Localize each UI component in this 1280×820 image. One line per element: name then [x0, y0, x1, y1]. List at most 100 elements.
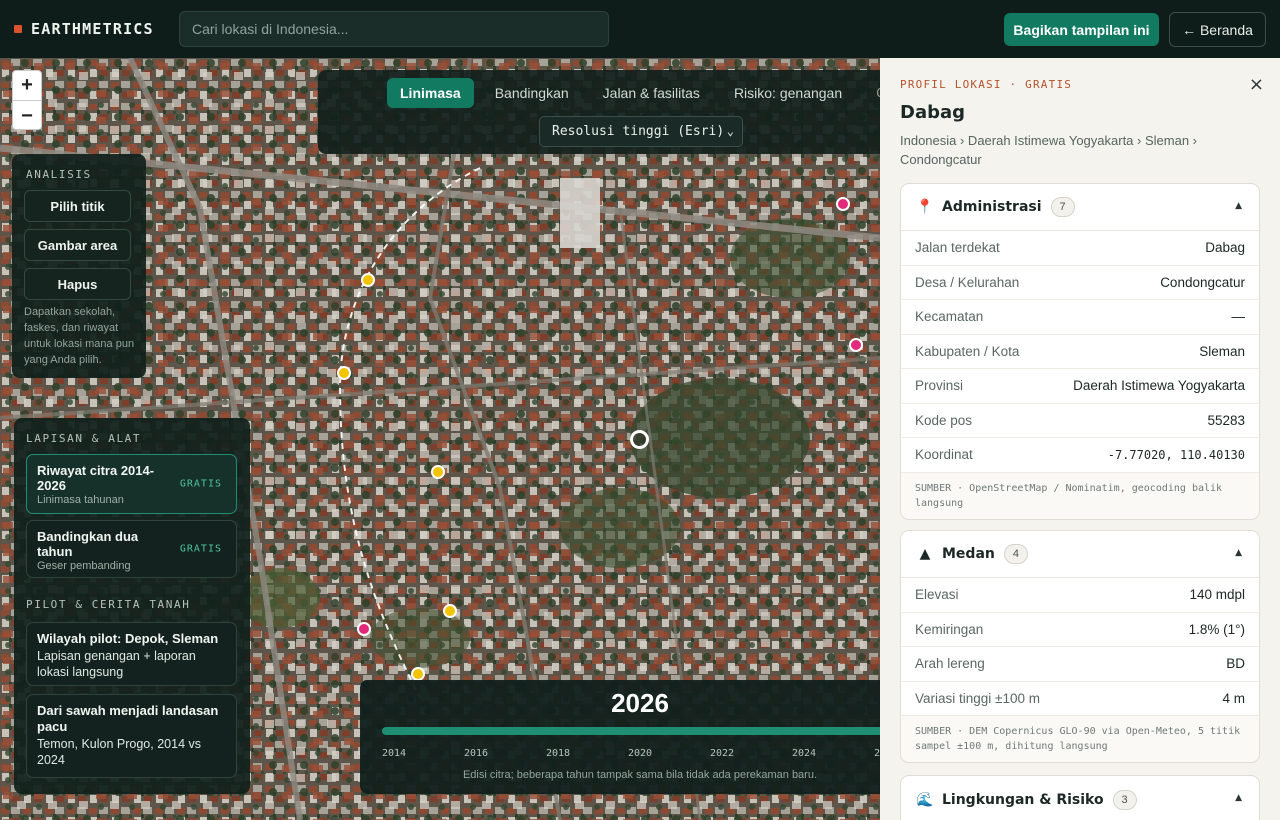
row-key: Desa / Kelurahan	[915, 274, 1020, 290]
tab-timeline[interactable]: Linimasa	[387, 78, 474, 108]
timeline-panel: 2026 2014 2016 2018 2020 2022 2024 2026 …	[360, 680, 880, 794]
layer-card-compare-years[interactable]: Bandingkan dua tahun Geser pembanding GR…	[26, 520, 237, 578]
row-value: Dabag	[1205, 240, 1245, 256]
section-title: Medan	[942, 546, 995, 562]
resolution-select[interactable]: Resolusi tinggi (Esri) ⌄	[539, 116, 743, 147]
timeline-tick[interactable]: 2018	[546, 748, 570, 759]
layer-card-imagery-history[interactable]: Riwayat citra 2014-2026 Linimasa tahunan…	[26, 454, 237, 514]
info-row: Kecamatan —	[901, 300, 1259, 335]
wave-icon: 🌊	[916, 791, 934, 808]
map-marker-yellow[interactable]	[431, 465, 445, 479]
row-value: Condongcatur	[1160, 274, 1245, 290]
resolution-value: Resolusi tinggi (Esri)	[552, 124, 725, 139]
coordinates-value[interactable]: -7.77020, 110.40130	[1108, 448, 1245, 462]
map-marker-pink[interactable]	[357, 622, 371, 636]
info-row: Koordinat -7.77020, 110.40130	[901, 438, 1259, 473]
info-row: Elevasi 140 mdpl	[901, 578, 1259, 613]
story-card-temon[interactable]: Dari sawah menjadi landasan pacu Temon, …	[26, 694, 237, 778]
zoom-out-button[interactable]: −	[13, 101, 41, 131]
close-icon[interactable]: ×	[1249, 74, 1264, 95]
row-key: Kabupaten / Kota	[915, 343, 1020, 359]
tab-flood-risk[interactable]: Risiko: genangan	[721, 78, 855, 108]
map-view[interactable]: + − Linimasa Bandingkan Jalan & fasilita…	[0, 58, 880, 820]
timeline-tick[interactable]: 2024	[792, 748, 816, 759]
row-key: Variasi tinggi ±100 m	[915, 690, 1040, 706]
brand-logo-icon	[14, 25, 22, 33]
map-marker-yellow[interactable]	[337, 366, 351, 380]
free-badge: GRATIS	[179, 478, 222, 490]
map-marker-pink[interactable]	[849, 338, 863, 352]
story-title: Dari sawah menjadi landasan pacu	[37, 703, 219, 734]
map-marker-pink[interactable]	[836, 197, 850, 211]
collapse-caret-icon: ▲	[1235, 793, 1242, 803]
home-button[interactable]: ← Beranda	[1169, 12, 1266, 47]
story-card-depok[interactable]: Wilayah pilot: Depok, Sleman Lapisan gen…	[26, 622, 237, 686]
source-note: SUMBER · DEM Copernicus GLO-90 via Open-…	[901, 716, 1259, 762]
timeline-slider[interactable]	[382, 727, 880, 735]
map-marker-yellow[interactable]	[411, 667, 425, 681]
row-value: Sleman	[1199, 343, 1245, 359]
layers-label: LAPISAN & ALAT	[26, 432, 142, 445]
environment-risk-section: 🌊 Lingkungan & Risiko 3 ▲	[900, 775, 1260, 820]
timeline-tick[interactable]: 2014	[382, 748, 406, 759]
tab-imagery[interactable]: CITR	[863, 79, 880, 107]
stories-label: PILOT & CERITA TANAH	[26, 598, 191, 611]
zoom-control: + −	[12, 70, 42, 130]
admin-section-header[interactable]: 📍 Administrasi 7 ▲	[901, 184, 1259, 231]
selected-location-pin[interactable]	[630, 430, 649, 449]
row-value: —	[1231, 309, 1246, 325]
location-profile-panel: PROFIL LOKASI · GRATIS × Dabag Indonesia…	[880, 58, 1280, 820]
tab-roads-facilities[interactable]: Jalan & fasilitas	[590, 78, 713, 108]
timeline-tick[interactable]: 2022	[710, 748, 734, 759]
top-bar: EARTHMETRICS Bagikan tampilan ini ← Bera…	[0, 0, 1280, 58]
free-badge: GRATIS	[179, 543, 222, 555]
section-count: 7	[1050, 197, 1075, 217]
row-key: Kemiringan	[915, 621, 984, 637]
terrain-section-header[interactable]: ▲ Medan 4 ▲	[901, 531, 1259, 578]
timeline-tick[interactable]: 2020	[628, 748, 652, 759]
view-mode-bar: Linimasa Bandingkan Jalan & fasilitas Ri…	[318, 70, 880, 154]
info-row: Kemiringan 1.8% (1°)	[901, 613, 1259, 647]
info-row: Kode pos 55283	[901, 404, 1259, 438]
info-row: Arah lereng BD	[901, 647, 1259, 682]
timeline-tick[interactable]: 2016	[464, 748, 488, 759]
analysis-label: ANALISIS	[26, 168, 92, 181]
place-name: Dabag	[900, 102, 966, 123]
row-key: Kecamatan	[915, 309, 984, 325]
info-row: Jalan terdekat Dabag	[901, 231, 1259, 266]
collapse-caret-icon: ▲	[1235, 548, 1242, 558]
tab-compare[interactable]: Bandingkan	[482, 78, 582, 108]
profile-eyebrow: PROFIL LOKASI · GRATIS	[900, 78, 1073, 91]
map-marker-yellow[interactable]	[361, 273, 375, 287]
layer-card-title: Riwayat citra 2014-2026	[37, 463, 155, 493]
layer-card-subtitle: Geser pembanding	[37, 560, 131, 572]
section-count: 3	[1112, 789, 1137, 810]
row-key: Elevasi	[915, 587, 959, 603]
row-value: 1.8% (1°)	[1188, 621, 1245, 637]
pick-point-button[interactable]: Pilih titik	[24, 190, 131, 222]
info-row: Provinsi Daerah Istimewa Yogyakarta	[901, 369, 1259, 404]
brand-name: EARTHMETRICS	[31, 20, 154, 38]
info-row: Desa / Kelurahan Condongcatur	[901, 266, 1259, 300]
collapse-caret-icon: ▲	[1235, 201, 1242, 211]
story-title: Wilayah pilot: Depok, Sleman	[37, 631, 219, 646]
analysis-hint: Dapatkan sekolah, faskes, dan riwayat un…	[24, 306, 135, 366]
story-subtitle: Temon, Kulon Progo, 2014 vs 2024	[37, 737, 201, 767]
map-marker-yellow[interactable]	[443, 604, 457, 618]
source-note: SUMBER · OpenStreetMap / Nominatim, geoc…	[901, 472, 1259, 519]
environment-section-header[interactable]: 🌊 Lingkungan & Risiko 3 ▲	[901, 776, 1259, 820]
layer-card-title: Bandingkan dua tahun	[37, 529, 139, 559]
search-input[interactable]	[179, 11, 609, 47]
row-value: Daerah Istimewa Yogyakarta	[1073, 378, 1245, 394]
terrain-section: ▲ Medan 4 ▲ Elevasi 140 mdpl Kemiringan 1.…	[900, 530, 1260, 763]
admin-section: 📍 Administrasi 7 ▲ Jalan terdekat Dabag D…	[900, 183, 1260, 520]
analysis-panel: ANALISIS Pilih titik Gambar area Hapus D…	[12, 154, 146, 378]
brand[interactable]: EARTHMETRICS	[14, 20, 154, 38]
zoom-in-button[interactable]: +	[13, 71, 41, 101]
clear-button[interactable]: Hapus	[24, 268, 131, 300]
row-key: Koordinat	[915, 447, 973, 463]
draw-area-button[interactable]: Gambar area	[24, 229, 131, 261]
share-view-button[interactable]: Bagikan tampilan ini	[1004, 13, 1159, 46]
breadcrumb: Indonesia › Daerah Istimewa Yogyakarta ›…	[900, 133, 1197, 167]
section-count: 4	[1003, 544, 1028, 564]
